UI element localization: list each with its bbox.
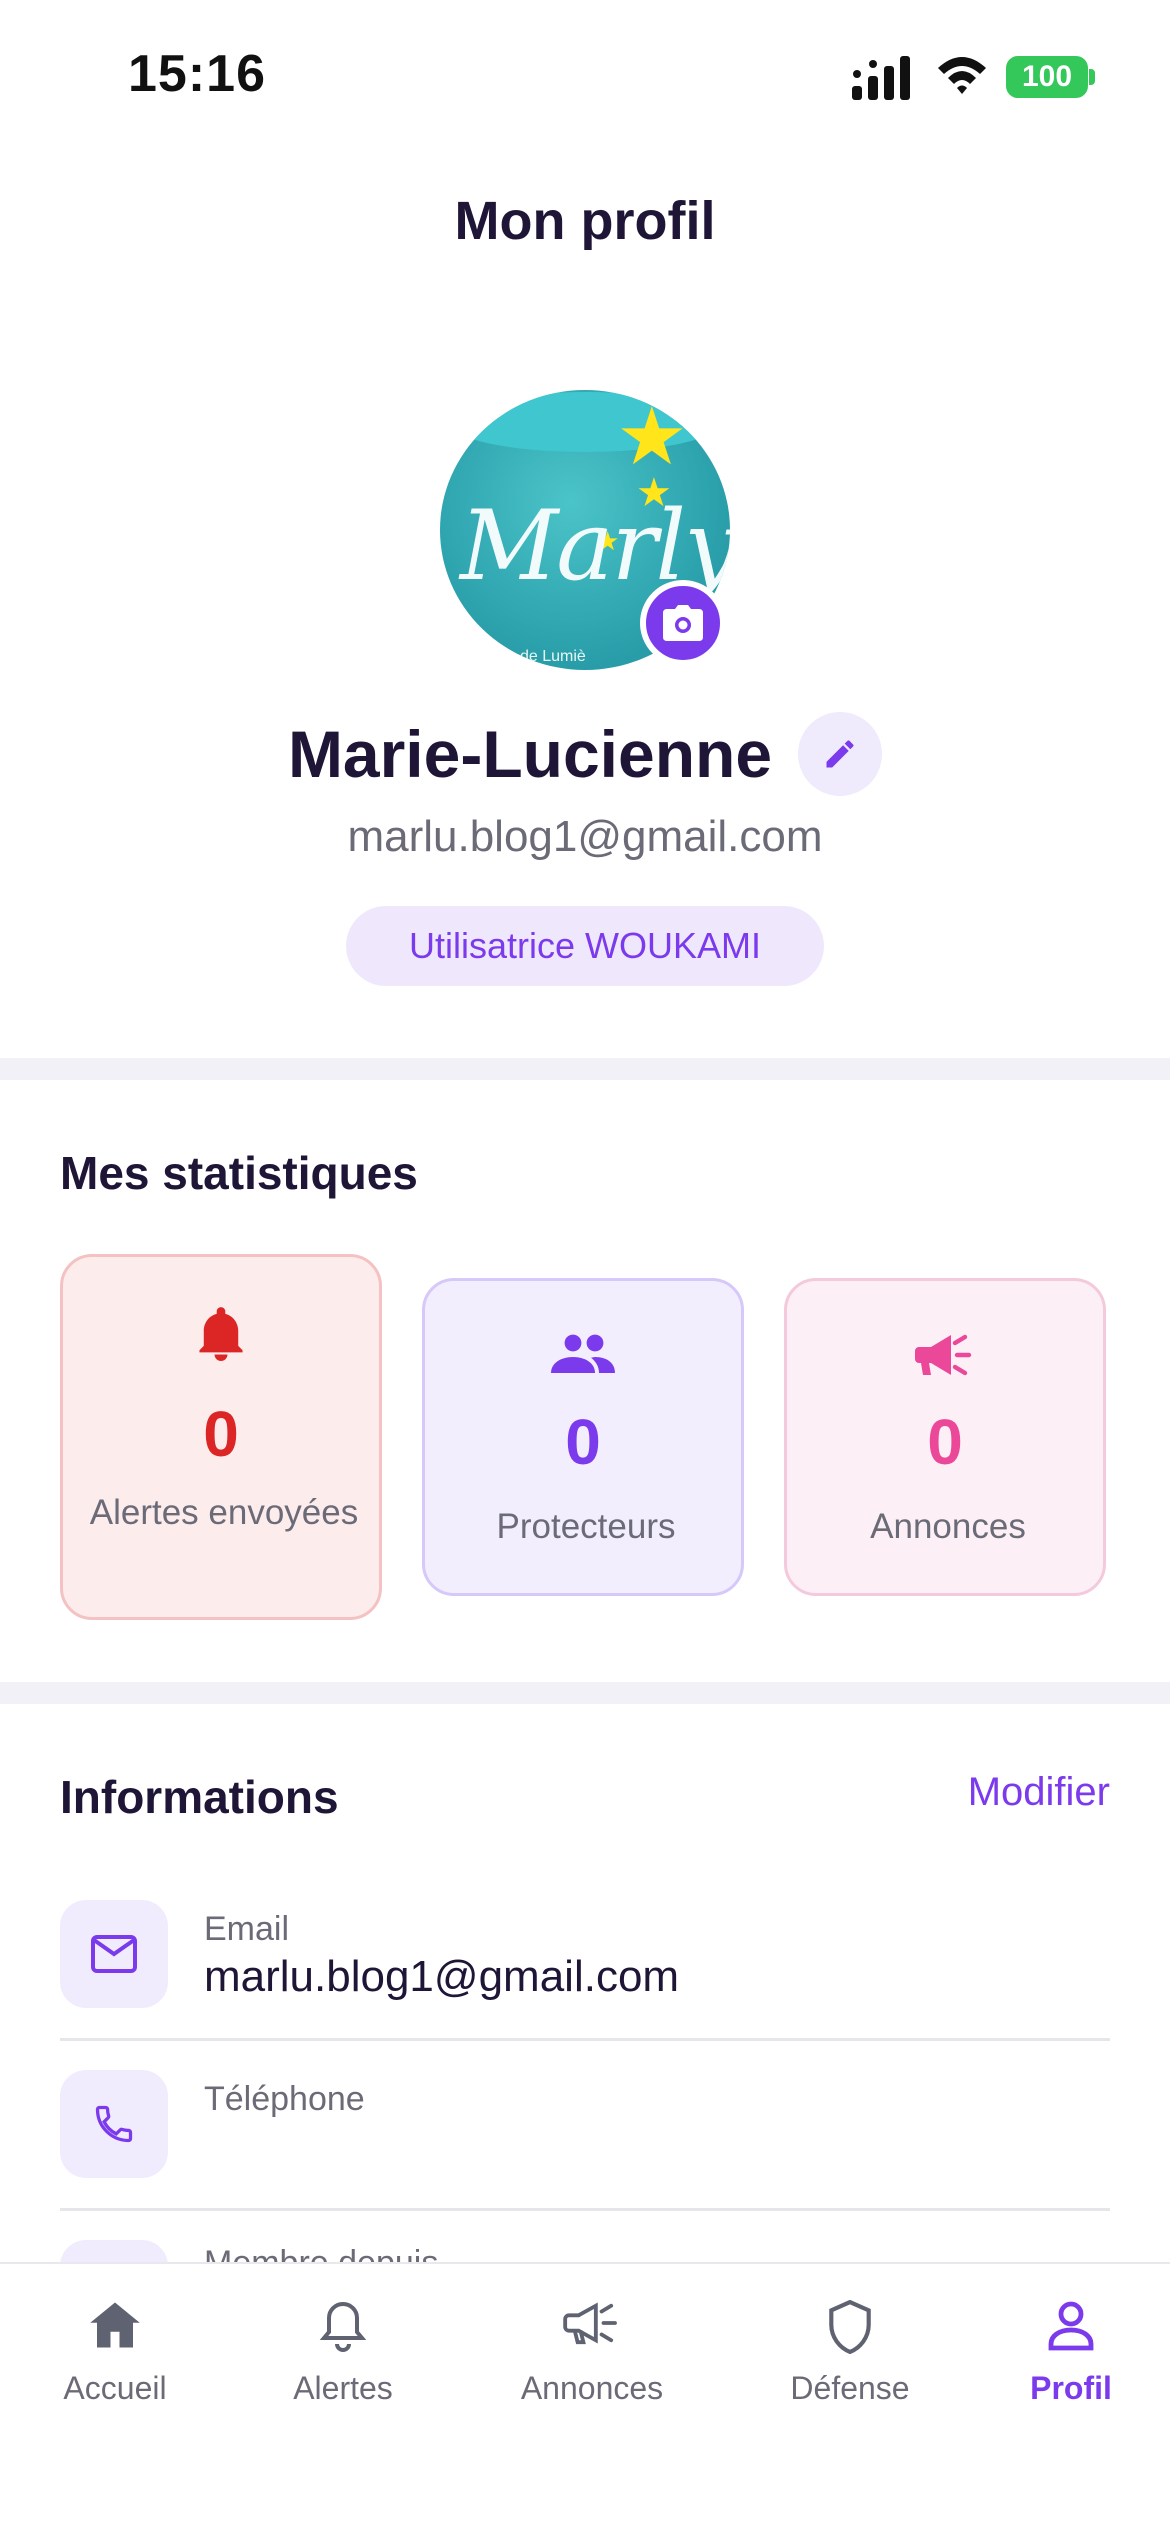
- divider: [60, 2208, 1110, 2211]
- tab-label: Annonces: [520, 2370, 664, 2406]
- info-title: Informations: [60, 1771, 339, 1823]
- status-bar: 15:16 100: [0, 0, 1170, 150]
- role-badge: Utilisatrice WOUKAMI: [346, 906, 824, 986]
- avatar-logo-subtext: de Lumiè: [520, 648, 586, 665]
- profile-email: marlu.blog1@gmail.com: [347, 812, 823, 861]
- wifi-icon: [938, 57, 986, 94]
- stat-value: 0: [565, 1406, 601, 1478]
- stat-value: 0: [203, 1398, 239, 1470]
- user-icon: [1048, 2301, 1094, 2351]
- info-row-email: Email marlu.blog1@gmail.com: [60, 1900, 1110, 2050]
- profile-name: Marie-Lucienne: [287, 717, 773, 791]
- section-separator: [0, 1058, 1170, 1080]
- stat-card-alerts[interactable]: 0 Alertes envoyées: [60, 1254, 382, 1620]
- tab-defense[interactable]: Défense: [772, 2264, 928, 2444]
- info-value: marlu.blog1@gmail.com: [204, 1952, 680, 2001]
- info-label: Téléphone: [204, 2080, 365, 2118]
- tab-label: Profil: [1030, 2370, 1112, 2406]
- modify-link[interactable]: Modifier: [930, 1770, 1110, 1815]
- bell-icon: [199, 1307, 243, 1361]
- change-photo-button[interactable]: [640, 580, 726, 666]
- info-icon-box: [60, 1900, 168, 2008]
- tab-label: Accueil: [63, 2370, 167, 2406]
- mail-icon: [91, 1935, 137, 1973]
- people-icon: [551, 1334, 615, 1373]
- divider: [60, 2038, 1110, 2041]
- tab-label: Défense: [790, 2370, 910, 2406]
- page-title: Mon profil: [454, 191, 716, 251]
- battery-tip: [1089, 69, 1095, 85]
- bottom-tab-bar: Accueil Alertes Annonces Défense Profil: [0, 2262, 1170, 2534]
- stat-value: 0: [927, 1406, 963, 1478]
- tab-annonces[interactable]: Annonces: [506, 2264, 678, 2444]
- stat-card-announcements[interactable]: 0 Annonces: [784, 1278, 1106, 1596]
- battery-indicator: 100: [1006, 56, 1088, 98]
- megaphone-icon: [915, 1334, 972, 1376]
- info-row-phone: Téléphone: [60, 2070, 1110, 2220]
- tab-label: Alertes: [293, 2370, 393, 2406]
- phone-icon: [95, 2105, 133, 2143]
- stat-card-protectors[interactable]: 0 Protecteurs: [422, 1278, 744, 1596]
- tab-accueil[interactable]: Accueil: [40, 2264, 190, 2444]
- edit-name-button[interactable]: [798, 712, 883, 796]
- tab-alertes[interactable]: Alertes: [268, 2264, 418, 2444]
- pencil-icon: [826, 740, 854, 768]
- camera-icon: [663, 605, 703, 641]
- megaphone-icon: [563, 2302, 617, 2345]
- info-label: Email: [204, 1910, 290, 1948]
- profile-name-row: Marie-Lucienne: [0, 712, 1170, 796]
- stats-title: Mes statistiques: [60, 1147, 418, 1199]
- stat-label: Annonces: [870, 1507, 1026, 1546]
- stat-label: Protecteurs: [496, 1507, 676, 1546]
- bell-icon: [319, 2301, 367, 2352]
- tab-profil[interactable]: Profil: [1012, 2264, 1130, 2444]
- section-separator: [0, 1682, 1170, 1704]
- stat-label: Alertes envoyées: [89, 1493, 359, 1532]
- status-time: 15:16: [128, 45, 266, 103]
- shield-icon: [829, 2300, 871, 2354]
- info-icon-box: [60, 2070, 168, 2178]
- home-icon: [90, 2302, 140, 2348]
- signal-icon: [852, 56, 910, 100]
